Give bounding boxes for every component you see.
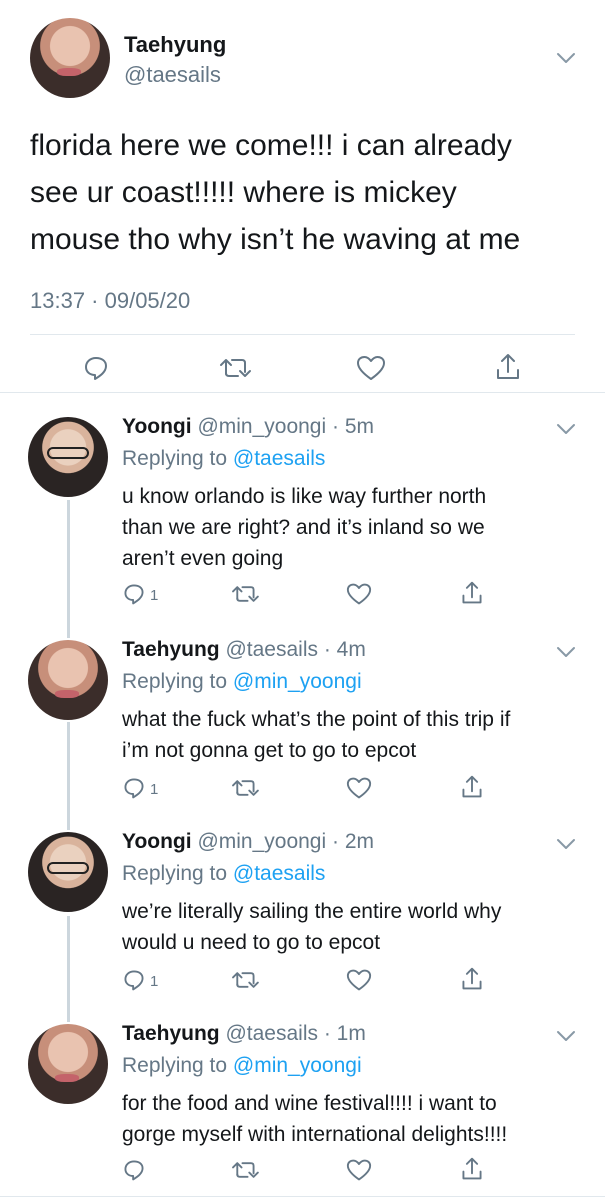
share-icon[interactable]: [494, 352, 522, 382]
reply-tweet[interactable]: Taehyung @taesails · 4m Replying to @min…: [0, 638, 605, 808]
tweet-text-line: see ur coast!!!!! where is mickey: [30, 176, 457, 209]
divider: [0, 392, 605, 393]
tweet-text: florida here we come!!! i can already se…: [30, 122, 590, 263]
reply-tweet[interactable]: Yoongi @min_yoongi · 2m Replying to @tae…: [0, 830, 605, 1000]
avatar[interactable]: [28, 832, 108, 912]
tweet-text-line: mouse tho why isn’t he waving at me: [30, 223, 521, 256]
action-bar: 1: [122, 774, 484, 806]
reply-age[interactable]: · 4m: [324, 638, 366, 661]
mention-link[interactable]: @min_yoongi: [233, 1054, 362, 1077]
reply-age[interactable]: · 1m: [324, 1022, 366, 1045]
reply-icon[interactable]: [82, 354, 110, 382]
reply-text: we’re literally sailing the entire world…: [122, 896, 582, 958]
author-handle[interactable]: @taesails: [124, 62, 221, 88]
mention-link[interactable]: @min_yoongi: [233, 670, 362, 693]
reply-text: for the food and wine festival!!!! i wan…: [122, 1088, 582, 1150]
reply-text: u know orlando is like way further north…: [122, 481, 582, 574]
replying-prefix: Replying to: [122, 862, 228, 885]
avatar[interactable]: [30, 18, 110, 98]
reply-text-line: we’re literally sailing the entire world…: [122, 900, 502, 923]
replying-prefix: Replying to: [122, 670, 228, 693]
like-icon[interactable]: [346, 1158, 372, 1182]
replying-prefix: Replying to: [122, 447, 228, 470]
retweet-icon[interactable]: [218, 354, 252, 382]
retweet-icon[interactable]: [230, 968, 260, 992]
like-icon[interactable]: [356, 354, 386, 382]
chevron-down-icon[interactable]: [556, 838, 576, 850]
reply-text-line: than we are right? and it’s inland so we: [122, 516, 485, 539]
reply-count: 1: [150, 973, 159, 990]
like-icon[interactable]: [346, 776, 372, 800]
reply-icon[interactable]: [122, 582, 146, 606]
reply-header: Yoongi @min_yoongi · 2m: [122, 830, 374, 854]
author-name[interactable]: Taehyung: [122, 1022, 220, 1045]
replying-to: Replying to @taesails: [122, 447, 325, 471]
avatar[interactable]: [28, 1024, 108, 1104]
reply-text-line: for the food and wine festival!!!! i wan…: [122, 1092, 497, 1115]
retweet-icon[interactable]: [230, 582, 260, 606]
avatar[interactable]: [28, 417, 108, 497]
author-name[interactable]: Yoongi: [122, 415, 192, 438]
mention-link[interactable]: @taesails: [233, 862, 326, 885]
author-name[interactable]: Taehyung: [122, 638, 220, 661]
replying-to: Replying to @min_yoongi: [122, 1054, 362, 1078]
reply-text-line: gorge myself with international delights…: [122, 1123, 508, 1146]
reply-text: what the fuck what’s the point of this t…: [122, 704, 582, 766]
replying-to: Replying to @min_yoongi: [122, 670, 362, 694]
like-icon[interactable]: [346, 968, 372, 992]
reply-age[interactable]: · 2m: [332, 830, 374, 853]
share-icon[interactable]: [460, 966, 484, 992]
reply-count: 1: [150, 587, 159, 604]
retweet-icon[interactable]: [230, 1158, 260, 1182]
chevron-down-icon[interactable]: [556, 646, 576, 658]
replying-to: Replying to @taesails: [122, 862, 325, 886]
share-icon[interactable]: [460, 1156, 484, 1182]
author-name[interactable]: Yoongi: [122, 830, 192, 853]
reply-count: 1: [150, 781, 159, 798]
author-handle[interactable]: @taesails: [225, 638, 318, 661]
reply-tweet[interactable]: Taehyung @taesails · 1m Replying to @min…: [0, 1022, 605, 1200]
action-bar: 1: [122, 966, 484, 998]
action-bar: [122, 1156, 484, 1188]
reply-age[interactable]: · 5m: [332, 415, 374, 438]
reply-icon[interactable]: [122, 968, 146, 992]
reply-icon[interactable]: [122, 776, 146, 800]
tweet-text-line: florida here we come!!! i can already: [30, 129, 512, 162]
like-icon[interactable]: [346, 582, 372, 606]
reply-header: Yoongi @min_yoongi · 5m: [122, 415, 374, 439]
replying-prefix: Replying to: [122, 1054, 228, 1077]
author-name[interactable]: Taehyung: [124, 32, 226, 58]
share-icon[interactable]: [460, 774, 484, 800]
chevron-down-icon[interactable]: [556, 423, 576, 435]
reply-text-line: u know orlando is like way further north: [122, 485, 487, 508]
mention-link[interactable]: @taesails: [233, 447, 326, 470]
reply-header: Taehyung @taesails · 4m: [122, 638, 366, 662]
share-icon[interactable]: [460, 580, 484, 606]
chevron-down-icon[interactable]: [556, 1030, 576, 1042]
retweet-icon[interactable]: [230, 776, 260, 800]
reply-text-line: aren’t even going: [122, 547, 284, 570]
divider: [0, 1196, 605, 1197]
action-bar: 1: [122, 580, 484, 612]
reply-text-line: what the fuck what’s the point of this t…: [122, 708, 511, 731]
author-handle[interactable]: @min_yoongi: [197, 830, 326, 853]
divider: [30, 334, 575, 335]
main-tweet[interactable]: Taehyung @taesails florida here we come!…: [0, 0, 605, 392]
author-handle[interactable]: @min_yoongi: [197, 415, 326, 438]
chevron-down-icon[interactable]: [556, 52, 576, 64]
reply-text-line: would u need to go to epcot: [122, 931, 381, 954]
reply-header: Taehyung @taesails · 1m: [122, 1022, 366, 1046]
avatar[interactable]: [28, 640, 108, 720]
reply-text-line: i’m not gonna get to go to epcot: [122, 739, 417, 762]
tweet-timestamp[interactable]: 13:37 · 09/05/20: [30, 288, 190, 314]
reply-tweet[interactable]: Yoongi @min_yoongi · 5m Replying to @tae…: [0, 415, 605, 615]
author-handle[interactable]: @taesails: [225, 1022, 318, 1045]
reply-icon[interactable]: [122, 1158, 146, 1182]
